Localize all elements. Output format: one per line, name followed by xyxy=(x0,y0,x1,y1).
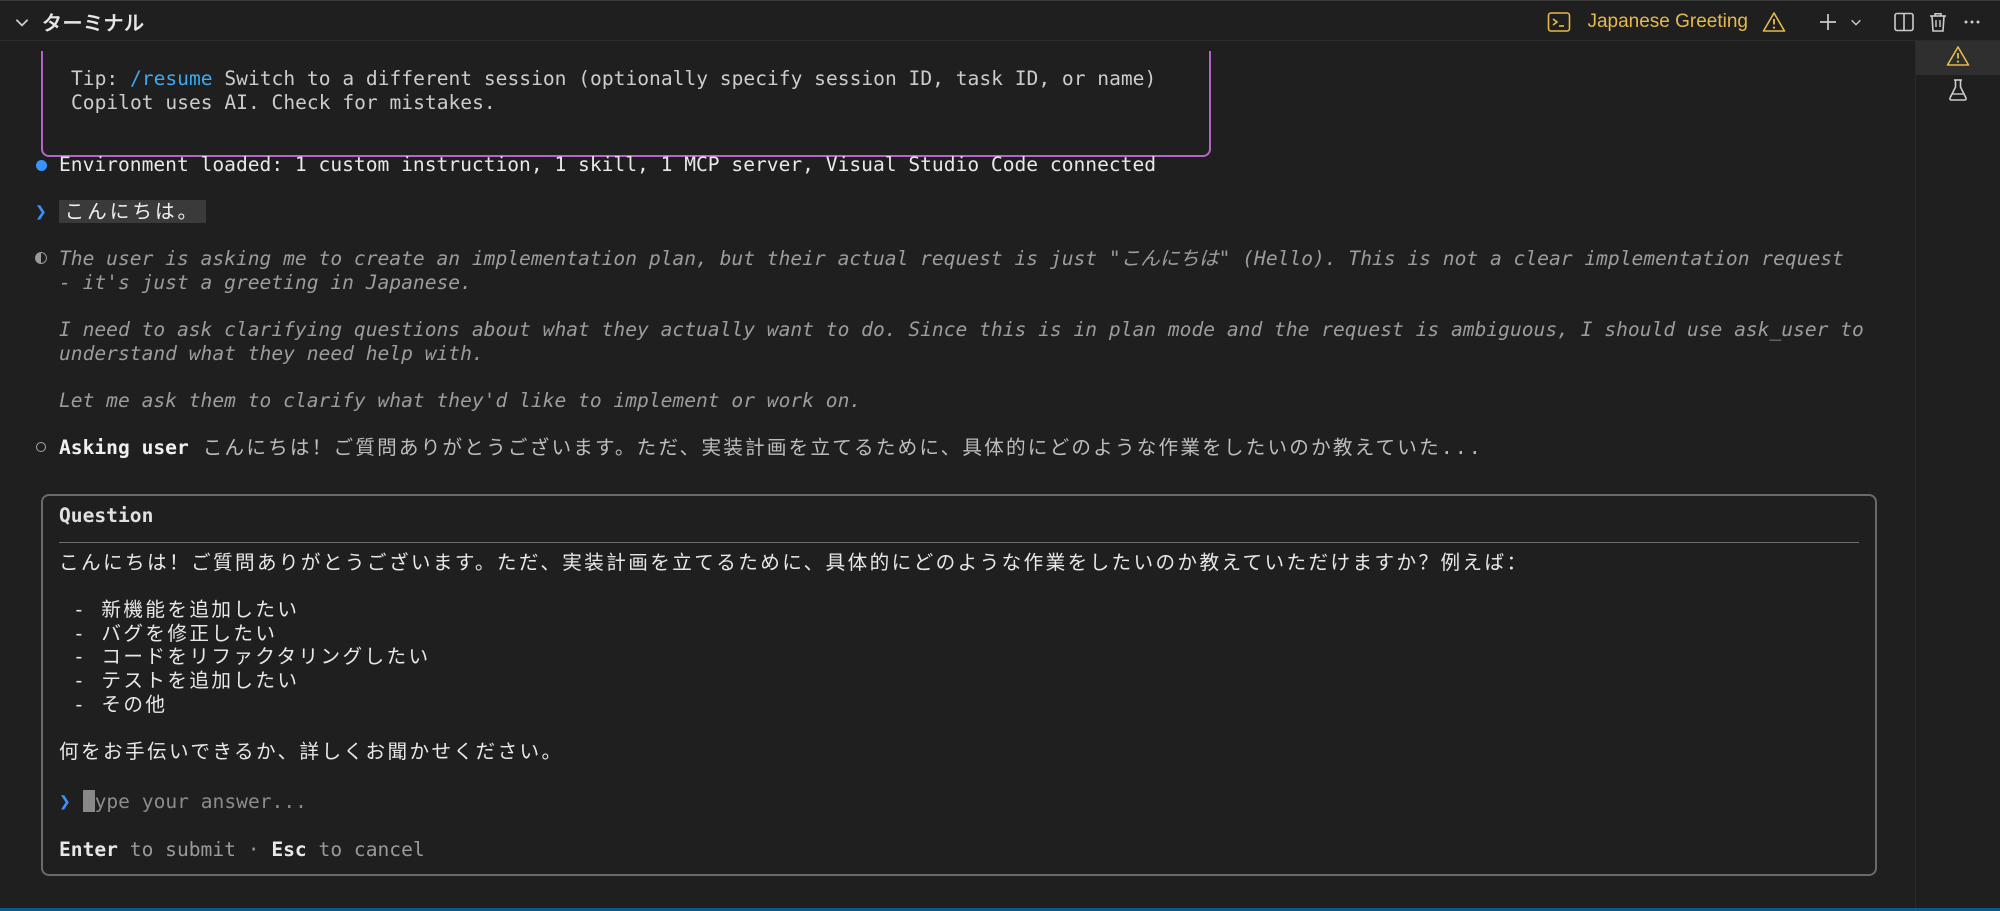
plus-icon[interactable] xyxy=(1814,6,1842,38)
split-icon[interactable] xyxy=(1890,6,1918,38)
terminal-output[interactable]: Tip: /resume Switch to a different sessi… xyxy=(0,41,1915,911)
prompt-chevron-icon: ❯ xyxy=(35,200,47,223)
esc-hint-text: to cancel xyxy=(306,838,425,861)
tip-line: Tip: /resume Switch to a different sessi… xyxy=(71,67,1156,91)
option-item: - コードをリファクタリングしたい xyxy=(73,645,431,668)
option-item: - テストを追加したい xyxy=(73,669,300,692)
tip-prefix: Tip: xyxy=(71,67,130,90)
enter-key-label: Enter xyxy=(59,838,118,861)
thinking-line: The user is asking me to create an imple… xyxy=(59,247,1844,270)
terminal-tab-warning[interactable] xyxy=(1916,41,2000,75)
question-box: Question こんにちは！ご質問ありがとうございます。ただ、実装計画を立てる… xyxy=(41,494,1877,876)
tip-box: Tip: /resume Switch to a different sessi… xyxy=(41,51,1211,157)
thinking-line: - it's just a greeting in Japanese. xyxy=(59,271,472,294)
warning-icon xyxy=(1946,45,1970,71)
more-icon[interactable] xyxy=(1958,6,1986,38)
esc-key-label: Esc xyxy=(271,838,307,861)
terminal-icon[interactable] xyxy=(1545,6,1573,38)
warning-icon[interactable] xyxy=(1760,6,1788,38)
user-message: こんにちは。 xyxy=(58,200,207,223)
keyboard-hint: Enter to submit · Esc to cancel xyxy=(59,838,425,862)
terminal-panel: ターミナル Japanese Greeting Tip: /resume Swi… xyxy=(0,0,2000,911)
terminal-tabs-sidebar xyxy=(1915,41,2000,911)
environment-status: Environment loaded: 1 custom instruction… xyxy=(59,153,1157,176)
terminal-session-name[interactable]: Japanese Greeting xyxy=(1587,11,1748,33)
answer-input[interactable]: ❯ ype your answer... xyxy=(59,790,307,814)
thinking-line: Let me ask them to clarify what they'd l… xyxy=(59,389,862,412)
trash-icon[interactable] xyxy=(1924,6,1952,38)
copilot-disclaimer: Copilot uses AI. Check for mistakes. xyxy=(71,91,496,114)
tip-text: Switch to a different session (optionall… xyxy=(212,67,1157,90)
answer-placeholder: ype your answer... xyxy=(94,790,307,813)
chevron-down-icon[interactable] xyxy=(1848,6,1864,38)
panel-header: ターミナル Japanese Greeting xyxy=(0,0,2000,41)
status-dot-icon xyxy=(36,160,47,171)
enter-hint-text: to submit · xyxy=(117,838,272,861)
terminal-tab-flask[interactable] xyxy=(1916,75,2000,109)
asking-user-label: Asking user xyxy=(59,436,189,459)
question-title: Question xyxy=(59,504,154,527)
flask-icon xyxy=(1947,78,1969,106)
pending-circle-icon xyxy=(36,442,46,452)
option-item: - 新機能を追加したい xyxy=(73,598,300,621)
asking-user-text: こんにちは！ご質問ありがとうございます。ただ、実装計画を立てるために、具体的にど… xyxy=(188,436,1483,459)
option-item: - バグを修正したい xyxy=(73,622,278,645)
thinking-line: I need to ask clarifying questions about… xyxy=(59,318,1864,341)
chevron-down-icon[interactable] xyxy=(8,6,36,38)
question-closing: 何をお手伝いできるか、詳しくお聞かせください。 xyxy=(59,740,564,763)
thinking-line: understand what they need help with. xyxy=(59,342,484,365)
question-intro: こんにちは！ご質問ありがとうございます。ただ、実装計画を立てるために、具体的にど… xyxy=(59,551,1529,574)
answer-chevron-icon: ❯ xyxy=(59,790,71,813)
resume-command: /resume xyxy=(129,67,213,90)
panel-title: ターミナル xyxy=(42,13,145,35)
thinking-icon xyxy=(35,252,47,264)
option-item: - その他 xyxy=(73,693,168,716)
question-divider xyxy=(59,542,1859,543)
asking-user-line: Asking user こんにちは！ご質問ありがとうございます。ただ、実装計画を… xyxy=(59,436,1483,460)
text-cursor xyxy=(82,790,95,812)
user-prompt-line: ❯ こんにちは。 xyxy=(35,200,207,224)
